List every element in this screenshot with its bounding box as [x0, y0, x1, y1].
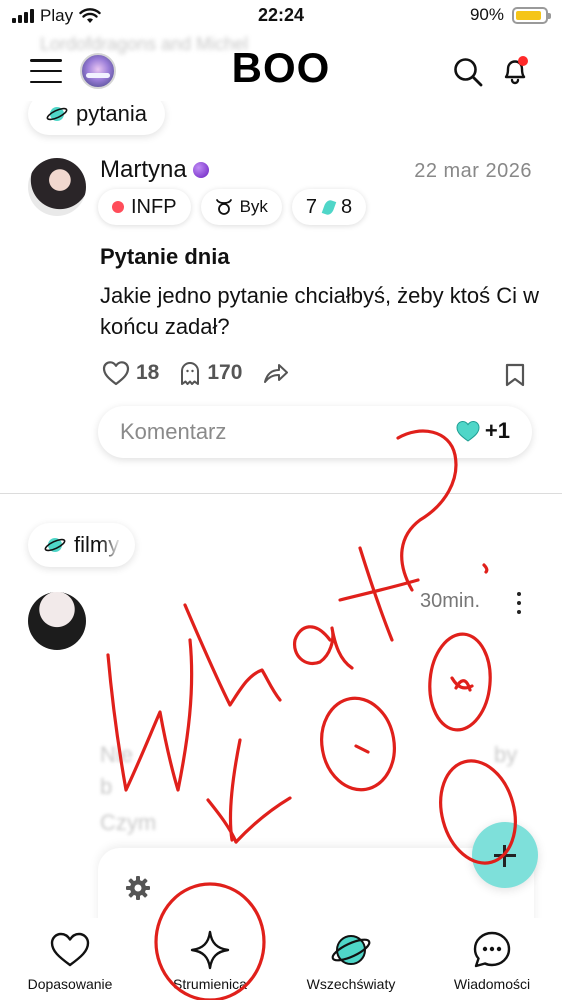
- heart-icon: [102, 361, 130, 386]
- heart-icon: [50, 932, 90, 967]
- annotation-circle-center-mark: [354, 744, 370, 754]
- create-post-button[interactable]: [472, 822, 538, 888]
- author-name: Martyna: [100, 156, 187, 183]
- annotation-letter-a: [293, 625, 354, 670]
- bottom-navigation: Dopasowanie Strumienica Wszechświaty Wia…: [0, 918, 562, 1000]
- enneagram-right: 8: [341, 195, 353, 218]
- bookmark-icon[interactable]: [504, 362, 526, 388]
- nav-dopasowanie[interactable]: Dopasowanie: [0, 928, 140, 992]
- topic-chip-label: filmy: [74, 532, 120, 557]
- zodiac-label: Byk: [239, 197, 268, 216]
- annotation-t-bar: [338, 578, 420, 602]
- taurus-icon: [215, 199, 232, 215]
- enneagram-left: 7: [305, 195, 318, 218]
- post-date: 22 mar 2026: [414, 160, 532, 182]
- notification-dot: [518, 56, 528, 66]
- post-time: 30min.: [420, 590, 481, 612]
- share-icon[interactable]: [262, 360, 290, 386]
- nav-label: Wiadomości: [453, 976, 531, 992]
- comment-input[interactable]: Komentarz +1: [98, 406, 532, 458]
- nav-wszechswiaty[interactable]: Wszechświaty: [281, 928, 421, 992]
- enneagram-tag[interactable]: 7 8: [291, 189, 367, 225]
- like-count: 18: [136, 361, 160, 384]
- more-options-icon[interactable]: [514, 592, 524, 614]
- post-divider: [0, 493, 562, 494]
- annotation-letter-h: [183, 603, 282, 707]
- mbti-label: INFP: [131, 195, 177, 218]
- planet-icon: [331, 935, 371, 965]
- topic-chip-label: pytania: [76, 101, 147, 126]
- nav-label: Wszechświaty: [306, 976, 396, 992]
- personality-tags: INFP Byk 7 8: [98, 189, 367, 225]
- topic-chip-filmy[interactable]: filmy: [28, 523, 136, 567]
- annotation-question-dot: [482, 563, 489, 574]
- post-actions: 18 170: [102, 360, 290, 386]
- post-snippet-end: by: [494, 742, 518, 767]
- annotation-letter-t: [358, 546, 394, 642]
- gem-reward: +1: [455, 418, 510, 444]
- planet-icon: [46, 107, 68, 121]
- ghost-icon: [181, 362, 200, 385]
- comment-count: 170: [207, 361, 243, 384]
- annotation-arrow-shaft: [228, 738, 242, 842]
- annotation-arrow-head-right: [234, 796, 292, 844]
- status-bar: Play 22:24 90%: [0, 0, 562, 32]
- status-right: 90%: [469, 5, 551, 25]
- gem-bonus: +1: [484, 418, 510, 443]
- nav-label: Strumienica: [173, 976, 247, 992]
- zodiac-tag[interactable]: Byk: [200, 189, 282, 225]
- post-body: Jakie jedno pytanie chciałbyś, żeby ktoś…: [100, 283, 539, 339]
- app-header: Lordofdragons and Michel BOO: [0, 32, 562, 112]
- leaf-icon: [321, 198, 337, 216]
- nav-strumienica[interactable]: Strumienica: [140, 928, 280, 992]
- like-button[interactable]: 18: [102, 360, 159, 386]
- gear-icon[interactable]: [124, 874, 152, 902]
- annotation-arrow-head-left: [206, 798, 238, 844]
- post-snippet-line2: b: [100, 774, 113, 799]
- battery-icon: [512, 6, 551, 24]
- annotation-circle-right: [428, 632, 492, 732]
- gem-heart-icon: [456, 420, 480, 442]
- author-avatar[interactable]: [28, 158, 86, 216]
- mbti-dot-icon: [112, 201, 124, 213]
- post-snippet-faded: Czym: [100, 810, 157, 835]
- annotation-circle-right-scribble: [450, 676, 474, 692]
- post-snippet-start: Nie: [100, 742, 134, 767]
- author-avatar[interactable]: [28, 592, 86, 650]
- notifications-button[interactable]: [498, 54, 532, 88]
- annotation-circle-center: [320, 696, 396, 792]
- nav-label: Dopasowanie: [27, 976, 113, 992]
- battery-percent: 90%: [469, 5, 504, 24]
- search-icon[interactable]: [452, 56, 484, 88]
- author-name-row[interactable]: Martyna: [100, 156, 209, 184]
- mbti-tag[interactable]: INFP: [98, 189, 191, 225]
- premium-badge-icon: [192, 162, 209, 178]
- post-title: Pytanie dnia: [100, 244, 230, 269]
- chat-bubble-icon: [473, 931, 511, 968]
- battery-fill: [516, 10, 542, 20]
- comment-placeholder: Komentarz: [120, 419, 227, 444]
- sparkle-icon: [190, 930, 230, 970]
- planet-icon: [44, 538, 66, 552]
- nav-wiadomosci[interactable]: Wiadomości: [422, 928, 562, 992]
- comments-button[interactable]: 170: [179, 360, 242, 386]
